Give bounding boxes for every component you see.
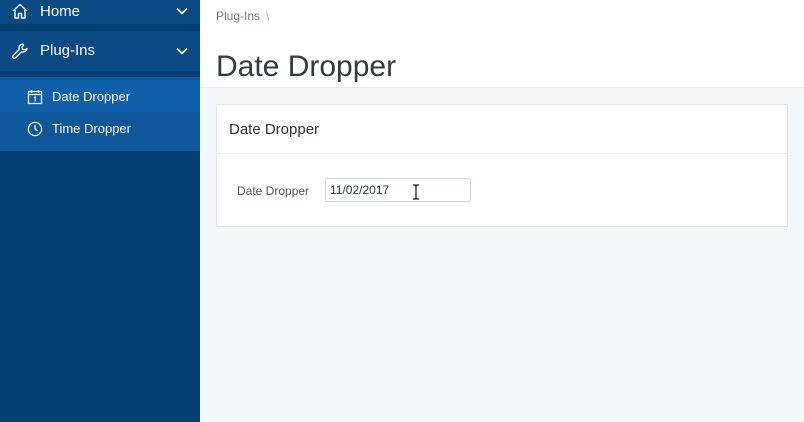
sidebar-item-date-dropper[interactable]: Date Dropper <box>0 80 200 112</box>
clock-icon <box>26 120 44 138</box>
page-header: Plug-Ins \ Date Dropper <box>200 0 804 88</box>
sidebar: Home Plug-Ins Date Dropper Time Dropper <box>0 0 200 422</box>
sidebar-item-label: Date Dropper <box>52 89 131 104</box>
breadcrumb-separator: \ <box>266 9 270 23</box>
chevron-down-icon[interactable] <box>176 7 188 15</box>
text-cursor-icon <box>413 184 419 200</box>
sidebar-item-time-dropper[interactable]: Time Dropper <box>0 112 200 144</box>
page-title: Date Dropper <box>216 50 397 84</box>
sidebar-item-home[interactable]: Home <box>0 0 200 24</box>
home-icon <box>10 1 30 21</box>
breadcrumb: Plug-Ins \ <box>216 9 269 23</box>
sidebar-item-plug-ins[interactable]: Plug-Ins <box>0 31 200 71</box>
wrench-icon <box>10 41 30 61</box>
calendar-icon <box>26 88 44 106</box>
date-dropper-label: Date Dropper <box>237 184 310 198</box>
region-title: Date Dropper <box>229 121 320 138</box>
sidebar-item-label: Plug-Ins <box>40 42 96 59</box>
chevron-down-icon[interactable] <box>176 47 188 55</box>
sidebar-item-label: Time Dropper <box>52 121 131 136</box>
date-dropper-region: Date Dropper Date Dropper <box>216 104 788 227</box>
date-dropper-input[interactable] <box>325 178 471 202</box>
sidebar-item-label: Home <box>40 3 81 20</box>
region-header: Date Dropper <box>217 105 787 154</box>
breadcrumb-link[interactable]: Plug-Ins <box>216 9 260 23</box>
